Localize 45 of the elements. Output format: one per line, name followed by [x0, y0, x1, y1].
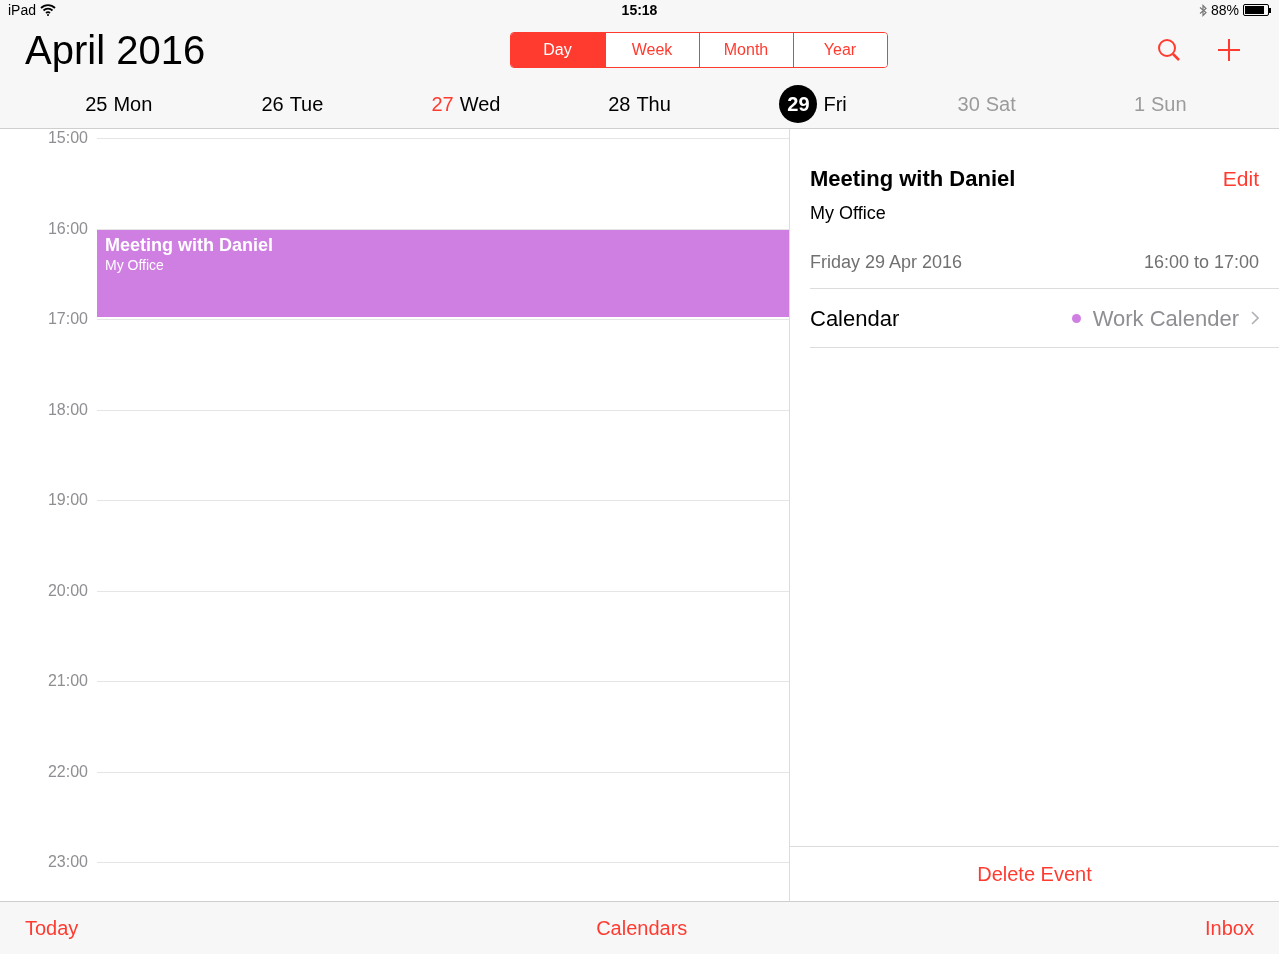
add-icon[interactable]	[1217, 38, 1241, 62]
event-date: Friday 29 Apr 2016	[810, 251, 963, 274]
day-item[interactable]: 1 Sun	[1073, 89, 1248, 119]
event-title: Meeting with Daniel	[810, 165, 1016, 193]
delete-event-button[interactable]: Delete Event	[977, 859, 1092, 889]
day-item[interactable]: 30 Sat	[899, 89, 1074, 119]
view-tab[interactable]: Week	[604, 33, 699, 67]
toolbar-button[interactable]: Today	[25, 913, 79, 943]
bluetooth-icon	[1198, 3, 1207, 17]
month-title: April 2016	[25, 30, 207, 70]
day-item[interactable]: 29 Fri	[726, 85, 900, 123]
hour-label: 15:00	[46, 130, 89, 146]
device-name: iPad	[8, 0, 37, 20]
search-icon[interactable]	[1157, 38, 1181, 62]
calendar-label: Calendar	[810, 304, 901, 333]
battery-percent: 88%	[1210, 0, 1239, 20]
calendar-row[interactable]: Calendar Work Calender	[810, 289, 1279, 348]
calendar-name: Work Calender	[1092, 304, 1239, 333]
day-item[interactable]: 27 Wed	[379, 89, 553, 119]
hour-label: 23:00	[46, 854, 89, 870]
battery-icon	[1243, 4, 1271, 16]
view-tab[interactable]: Month	[698, 33, 793, 67]
hour-label: 22:00	[46, 763, 89, 780]
view-tab[interactable]: Year	[792, 33, 887, 67]
event-location: My Office	[105, 255, 165, 274]
edit-link[interactable]: Edit	[1222, 162, 1259, 195]
hour-label: 21:00	[46, 673, 89, 689]
toolbar-button[interactable]: Calendars	[596, 913, 688, 943]
hour-label: 17:00	[46, 311, 89, 327]
hour-label: 19:00	[46, 492, 89, 508]
wifi-icon	[40, 4, 57, 16]
clock: 15:18	[621, 0, 658, 20]
hour-label: 20:00	[46, 582, 89, 599]
toolbar-button[interactable]: Inbox	[1205, 913, 1254, 943]
hour-label: 16:00	[46, 220, 89, 237]
day-item[interactable]: 28 Thu	[552, 89, 727, 119]
day-item[interactable]: 26 Tue	[205, 89, 380, 119]
event-title: Meeting with Daniel	[105, 233, 274, 256]
chevron-icon	[1251, 311, 1259, 325]
view-tab[interactable]: Day	[510, 33, 605, 67]
hour-label: 18:00	[46, 401, 89, 418]
event-block[interactable]: Meeting with Daniel My Office	[97, 229, 789, 317]
event-location: My Office	[810, 202, 887, 225]
event-time: 16:00 to 17:00	[1143, 251, 1259, 274]
day-item[interactable]: 25 Mon	[32, 89, 206, 119]
